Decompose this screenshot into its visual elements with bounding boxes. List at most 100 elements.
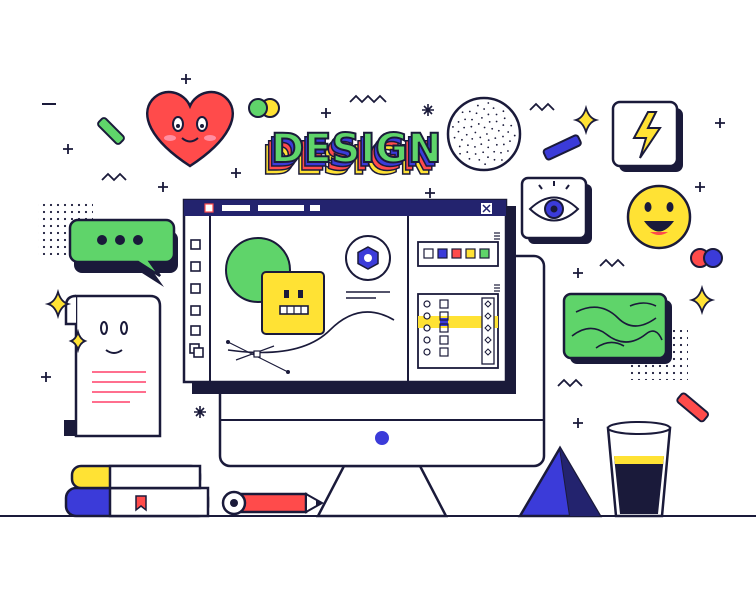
sphere-dot xyxy=(487,139,490,142)
sphere-dot xyxy=(476,104,479,107)
sphere-dot xyxy=(463,126,466,129)
tool-checkbox[interactable] xyxy=(190,261,201,272)
sphere-dot xyxy=(477,123,480,125)
sphere-dot xyxy=(507,131,510,133)
color-swatch[interactable] xyxy=(479,248,490,259)
cube-face-icon xyxy=(261,271,325,335)
tool-checkbox[interactable] xyxy=(190,325,201,336)
heart-face-icon xyxy=(146,90,234,168)
pencil-icon xyxy=(221,490,325,516)
sphere-dot xyxy=(491,127,494,130)
sphere-dot xyxy=(474,131,477,134)
sphere-dot xyxy=(468,157,471,160)
window-close-icon[interactable] xyxy=(481,203,492,214)
sphere-dot xyxy=(495,143,498,146)
sphere-dot xyxy=(461,111,464,114)
sphere-dot xyxy=(468,110,471,113)
sphere-dot xyxy=(452,125,454,128)
sphere-dot xyxy=(497,129,500,132)
sphere-dot xyxy=(502,135,504,138)
sphere-dot xyxy=(495,120,498,123)
sphere-dot xyxy=(501,159,503,161)
books-icon xyxy=(64,464,210,518)
sphere-dot xyxy=(464,118,466,121)
sphere-dot xyxy=(457,121,460,123)
sphere-dot xyxy=(453,136,456,139)
design-illustration: DESIGN DESIGN DESIGN DESIGN xyxy=(0,74,756,518)
sphere-dot xyxy=(510,124,513,127)
sphere-dot xyxy=(495,113,498,116)
sphere-dot xyxy=(479,136,482,139)
red-stick-deco xyxy=(676,392,710,423)
tool-checkbox[interactable] xyxy=(190,305,201,316)
sphere-dot xyxy=(487,113,490,116)
sphere-dot xyxy=(461,138,463,141)
sphere-dot xyxy=(459,152,461,155)
sphere-dot xyxy=(475,112,478,115)
color-swatch[interactable] xyxy=(423,248,434,259)
sphere-dot xyxy=(481,116,483,119)
sphere-dot xyxy=(467,144,469,147)
design-title: DESIGN DESIGN DESIGN DESIGN xyxy=(261,125,442,185)
sphere-dot xyxy=(487,156,489,159)
document-face-icon xyxy=(64,294,162,438)
color-swatch-panel xyxy=(417,241,499,267)
sphere-dot xyxy=(487,146,490,149)
sphere-dot xyxy=(502,143,505,146)
sphere-dot xyxy=(503,117,506,120)
sphere-dot xyxy=(474,153,477,155)
sphere-dot xyxy=(465,133,468,136)
color-swatch[interactable] xyxy=(451,248,462,259)
design-title-front: DESIGN xyxy=(271,126,442,172)
layer-visibility-toggle[interactable] xyxy=(423,348,431,356)
layer-visibility-toggle[interactable] xyxy=(423,324,431,332)
sphere-dot xyxy=(509,140,511,143)
sphere-dot xyxy=(488,120,491,123)
color-swatch[interactable] xyxy=(465,248,476,259)
sphere-dot xyxy=(474,145,476,148)
sphere-dot xyxy=(466,151,469,153)
circle-blue-deco xyxy=(703,248,723,268)
hex-nut-icon xyxy=(345,235,391,281)
smiley-face-icon xyxy=(626,184,692,250)
chat-bubble-icon xyxy=(68,218,178,287)
sphere-dot xyxy=(457,130,460,133)
sphere-dot xyxy=(484,163,487,166)
sphere-dot xyxy=(502,110,505,113)
sphere-dot xyxy=(507,150,509,152)
sphere-dot xyxy=(492,107,495,110)
tool-checkbox[interactable] xyxy=(190,239,201,250)
layer-selected-swatch xyxy=(440,318,448,326)
sphere-dot xyxy=(480,143,483,146)
sphere-dot xyxy=(493,158,496,161)
sphere-dot xyxy=(458,145,461,148)
design-app-window xyxy=(182,198,516,394)
tool-checkbox[interactable] xyxy=(190,283,201,294)
dotted-sphere-icon xyxy=(446,96,522,172)
sphere-dot xyxy=(502,124,505,126)
sphere-dot xyxy=(494,137,497,140)
blue-stick-deco xyxy=(542,134,582,161)
sphere-dot xyxy=(470,125,473,128)
sphere-dot xyxy=(486,133,488,135)
layer-visibility-toggle[interactable] xyxy=(423,336,431,344)
sphere-dot xyxy=(493,150,496,153)
layers-panel xyxy=(417,293,499,369)
glass-icon xyxy=(606,421,672,518)
sphere-dot xyxy=(482,151,485,154)
layer-visibility-toggle[interactable] xyxy=(423,300,431,308)
green-stick-deco xyxy=(97,117,125,145)
sphere-dot xyxy=(483,108,486,110)
sphere-dot xyxy=(478,158,481,161)
color-swatch[interactable] xyxy=(437,248,448,259)
lightning-bolt-icon xyxy=(611,100,683,172)
circle-green-deco xyxy=(248,98,268,118)
layer-visibility-toggle[interactable] xyxy=(423,312,431,320)
sphere-dot xyxy=(471,118,473,121)
eye-icon xyxy=(520,176,592,244)
sphere-dot xyxy=(471,137,474,140)
sphere-dot xyxy=(500,151,502,154)
sphere-dot xyxy=(487,102,490,104)
topography-card-icon xyxy=(562,292,672,364)
monitor-power-button xyxy=(375,431,389,445)
